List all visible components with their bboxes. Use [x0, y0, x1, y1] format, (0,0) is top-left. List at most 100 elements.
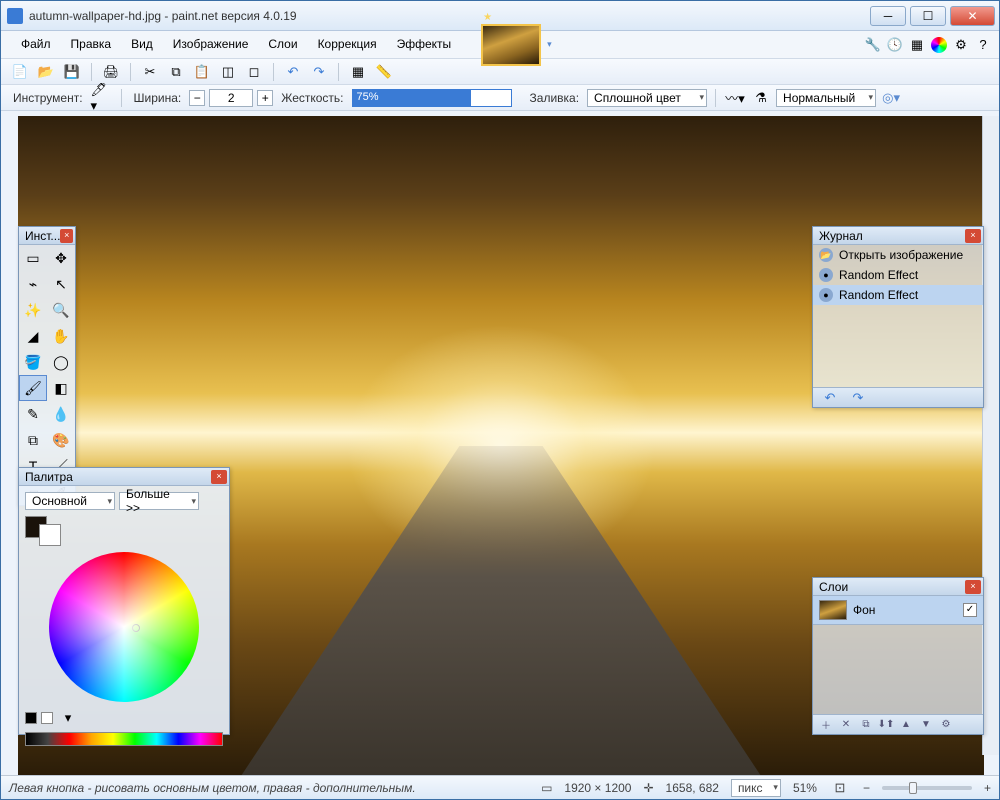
- tool-bucket[interactable]: 🪣: [19, 349, 47, 375]
- tool-magic-wand[interactable]: ✨: [19, 297, 47, 323]
- tool-paintbrush[interactable]: 🖌: [19, 375, 47, 401]
- tool-shapes[interactable]: ◯: [47, 349, 75, 375]
- copy-button[interactable]: ⧉: [165, 62, 187, 82]
- fill-label: Заливка:: [526, 91, 584, 105]
- layer-row[interactable]: Фон ✓: [813, 596, 983, 625]
- crop-button[interactable]: ◫: [217, 62, 239, 82]
- tool-picker[interactable]: 🖊▾: [91, 88, 113, 108]
- palette-more-button[interactable]: Больше >>: [119, 492, 199, 510]
- color-wheel[interactable]: [49, 552, 199, 702]
- tool-move-selection[interactable]: ✥: [47, 245, 75, 271]
- tool-zoom[interactable]: 🔍: [47, 297, 75, 323]
- history-item[interactable]: ●Random Effect: [813, 265, 983, 285]
- gear-icon[interactable]: ⚙: [953, 37, 969, 53]
- hue-strip[interactable]: [25, 732, 223, 746]
- wand-icon[interactable]: 🔧: [865, 37, 881, 53]
- units-combo[interactable]: пикс: [731, 779, 781, 797]
- menu-edit[interactable]: Правка: [61, 31, 122, 58]
- tool-pan[interactable]: ✋: [47, 323, 75, 349]
- width-increment[interactable]: +: [257, 90, 273, 106]
- palette-menu-icon[interactable]: ▾: [57, 708, 79, 728]
- width-input[interactable]: [209, 89, 253, 107]
- canvas-area: Инст...× ▭ ✥ ⌁ ↖ ✨ 🔍 ◢ ✋ 🪣 ◯ 🖌 ◧ ✎ 💧 ⧉ 🎨…: [1, 111, 999, 775]
- tool-eyedropper[interactable]: 💧: [47, 401, 75, 427]
- antialias-icon[interactable]: 〰▾: [724, 88, 746, 108]
- menu-effects[interactable]: Эффекты: [387, 31, 462, 58]
- width-decrement[interactable]: −: [189, 90, 205, 106]
- document-thumbnail[interactable]: [481, 24, 541, 66]
- menu-layers[interactable]: Слои: [258, 31, 307, 58]
- clock-icon[interactable]: 🕓: [887, 37, 903, 53]
- layer-up-button[interactable]: ▲: [897, 717, 915, 733]
- mini-swatch-black[interactable]: [25, 712, 37, 724]
- layers-close-button[interactable]: ×: [965, 580, 981, 594]
- app-icon: [7, 8, 23, 24]
- history-redo-button[interactable]: ↷: [847, 388, 869, 408]
- cursor-pos-icon: ✛: [643, 781, 653, 795]
- tool-move-pixels[interactable]: ↖: [47, 271, 75, 297]
- layer-properties-button[interactable]: ⚙: [937, 717, 955, 733]
- alpha-icon[interactable]: ⚗: [750, 88, 772, 108]
- history-item[interactable]: 📂Открыть изображение: [813, 245, 983, 265]
- layer-add-button[interactable]: ＋: [817, 717, 835, 733]
- zoom-out-icon[interactable]: −: [863, 781, 870, 795]
- tool-clone[interactable]: ⧉: [19, 427, 47, 453]
- image-size-icon: ▭: [541, 781, 552, 795]
- colorwheel-icon[interactable]: [931, 37, 947, 53]
- tool-recolor[interactable]: 🎨: [47, 427, 75, 453]
- grid-button[interactable]: ▦: [347, 62, 369, 82]
- layer-delete-button[interactable]: ✕: [837, 717, 855, 733]
- tools-window: Инст...× ▭ ✥ ⌁ ↖ ✨ 🔍 ◢ ✋ 🪣 ◯ 🖌 ◧ ✎ 💧 ⧉ 🎨…: [18, 226, 76, 506]
- history-item[interactable]: ●Random Effect: [813, 285, 983, 305]
- layer-merge-button[interactable]: ⬇⬆: [877, 717, 895, 733]
- hardness-label: Жесткость:: [277, 91, 347, 105]
- blend-combo[interactable]: Нормальный: [776, 89, 876, 107]
- zoom-slider[interactable]: [882, 786, 972, 790]
- effect-icon: ●: [819, 288, 833, 302]
- menu-view[interactable]: Вид: [121, 31, 163, 58]
- history-close-button[interactable]: ×: [965, 229, 981, 243]
- history-undo-button[interactable]: ↶: [819, 388, 841, 408]
- open-button[interactable]: 📂: [35, 62, 57, 82]
- tool-gradient[interactable]: ◢: [19, 323, 47, 349]
- tool-pencil[interactable]: ✎: [19, 401, 47, 427]
- close-button[interactable]: ✕: [950, 6, 995, 26]
- layer-down-button[interactable]: ▼: [917, 717, 935, 733]
- maximize-button[interactable]: ☐: [910, 6, 946, 26]
- color-mode-combo[interactable]: Основной: [25, 492, 115, 510]
- zoom-value: 51%: [793, 781, 817, 795]
- secondary-swatch[interactable]: [39, 524, 61, 546]
- image-size: 1920 × 1200: [564, 781, 631, 795]
- deselect-button[interactable]: ◻: [243, 62, 265, 82]
- help-icon[interactable]: ?: [975, 37, 991, 53]
- cut-button[interactable]: ✂: [139, 62, 161, 82]
- thumbnail-dropdown-icon[interactable]: ▾: [547, 39, 552, 50]
- print-button[interactable]: 🖨: [100, 62, 122, 82]
- redo-button[interactable]: ↷: [308, 62, 330, 82]
- menu-file[interactable]: Файл: [11, 31, 61, 58]
- undo-button[interactable]: ↶: [282, 62, 304, 82]
- tool-eraser[interactable]: ◧: [47, 375, 75, 401]
- fill-combo[interactable]: Сплошной цвет: [587, 89, 707, 107]
- menu-image[interactable]: Изображение: [163, 31, 259, 58]
- ruler-button[interactable]: 📏: [373, 62, 395, 82]
- palette-close-button[interactable]: ×: [211, 470, 227, 484]
- layer-visible-checkbox[interactable]: ✓: [963, 603, 977, 617]
- save-button[interactable]: 💾: [61, 62, 83, 82]
- paste-button[interactable]: 📋: [191, 62, 213, 82]
- menu-adjustments[interactable]: Коррекция: [308, 31, 387, 58]
- overwrite-icon[interactable]: ◎▾: [880, 88, 902, 108]
- layer-duplicate-button[interactable]: ⧉: [857, 717, 875, 733]
- tools-close-button[interactable]: ×: [60, 229, 73, 243]
- new-button[interactable]: 📄: [9, 62, 31, 82]
- zoom-in-icon[interactable]: +: [984, 781, 991, 795]
- hardness-slider[interactable]: 75%: [352, 89, 512, 107]
- zoom-fit-button[interactable]: ⊡: [829, 778, 851, 798]
- statusbar: Левая кнопка - рисовать основным цветом,…: [1, 775, 999, 799]
- layers-icon[interactable]: ▦: [909, 37, 925, 53]
- mini-swatch-white[interactable]: [41, 712, 53, 724]
- minimize-button[interactable]: ─: [870, 6, 906, 26]
- vertical-scrollbar[interactable]: [982, 116, 999, 755]
- tool-lasso[interactable]: ⌁: [19, 271, 47, 297]
- tool-rect-select[interactable]: ▭: [19, 245, 47, 271]
